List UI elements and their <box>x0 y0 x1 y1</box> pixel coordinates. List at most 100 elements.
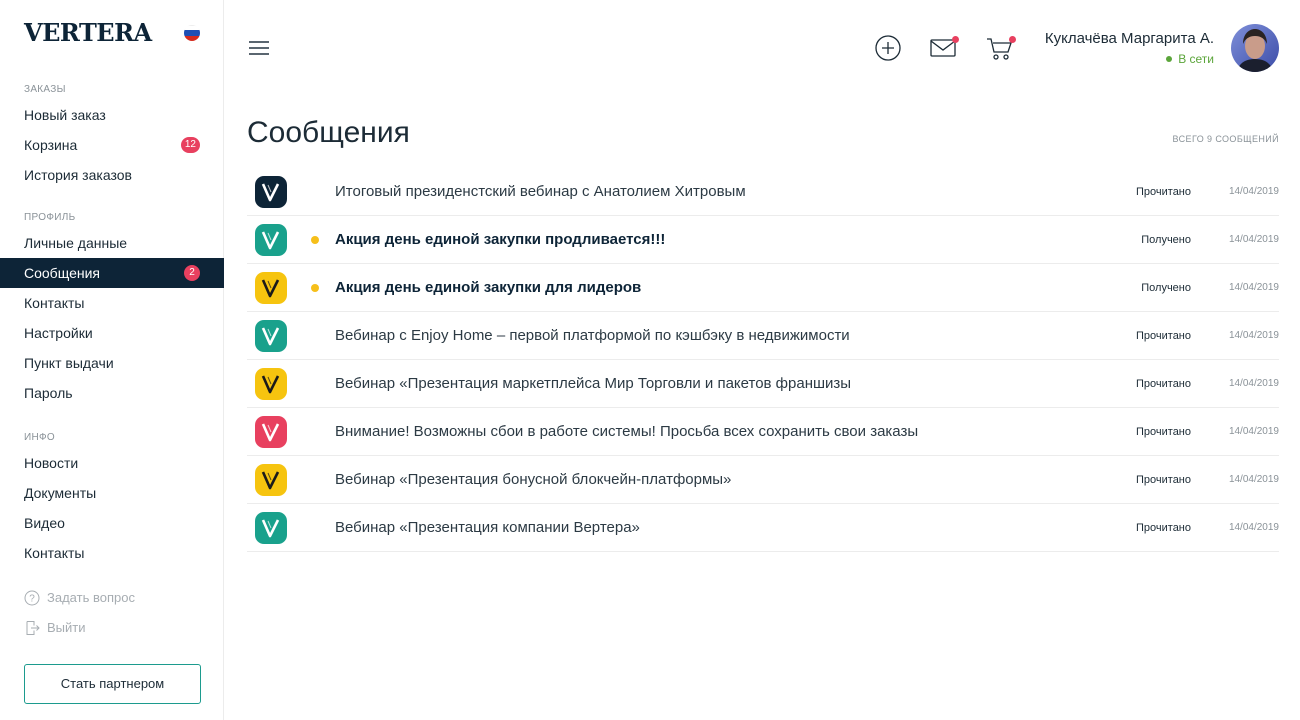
sidebar-item[interactable]: Настройки <box>0 318 224 348</box>
sidebar-item-label: Документы <box>24 485 97 501</box>
sidebar-item[interactable]: Контакты <box>0 288 224 318</box>
online-indicator <box>1166 56 1173 62</box>
message-status: Прочитано <box>1136 378 1191 390</box>
message-row[interactable]: Вебинар «Презентация компании Вертера» Пр… <box>247 504 1279 552</box>
message-row[interactable]: Акция день единой закупки продливается!!… <box>247 216 1279 264</box>
sidebar-item-label: Пароль <box>24 385 73 401</box>
sidebar-item-label: Новый заказ <box>24 107 106 123</box>
vertera-logo-icon <box>255 176 287 208</box>
sidebar-item-label: Новости <box>24 455 79 471</box>
sidebar-item-label: История заказов <box>24 167 132 183</box>
vertera-logo-icon <box>255 320 287 352</box>
message-status: Прочитано <box>1136 426 1191 438</box>
count-badge: 12 <box>180 137 200 153</box>
message-status: Получено <box>1141 234 1191 246</box>
question-circle-icon: ? <box>24 590 40 606</box>
vertera-logo[interactable]: VERTERA <box>24 19 200 47</box>
message-title[interactable]: Итоговый президенстский вебинар с Анатол… <box>335 168 746 216</box>
logo-row: VERTERA <box>24 19 200 47</box>
russian-flag-icon[interactable] <box>184 25 200 41</box>
message-date: 14/04/2019 <box>1228 234 1279 245</box>
count-badge: 2 <box>184 265 200 281</box>
sidebar-item-label: Корзина <box>24 137 78 153</box>
user-status: В сети <box>1166 52 1214 66</box>
sidebar-item[interactable]: Личные данные <box>0 228 224 258</box>
sidebar-item-label: Видео <box>24 515 65 531</box>
message-row[interactable]: Вебинар с Enjoy Home – первой платформой… <box>247 312 1279 360</box>
page-title: Сообщения <box>247 116 410 149</box>
message-date: 14/04/2019 <box>1228 330 1279 341</box>
sidebar-item[interactable]: История заказов <box>0 160 224 190</box>
unread-indicator <box>311 236 319 244</box>
message-status: Прочитано <box>1136 186 1191 198</box>
message-status: Прочитано <box>1136 330 1191 342</box>
vertera-logo-icon <box>255 368 287 400</box>
mail-notification-dot <box>952 36 959 43</box>
vertera-logo-icon <box>255 416 287 448</box>
avatar[interactable] <box>1231 24 1279 72</box>
nav-section-1: ЗАКАЗЫ Новый заказ Корзина 12 История заказо… <box>0 82 224 190</box>
message-title[interactable]: Акция день единой закупки для лидеров <box>335 264 641 312</box>
sidebar-item[interactable]: Новый заказ <box>0 100 224 130</box>
logout-link[interactable]: Выйти <box>24 618 86 638</box>
message-title[interactable]: Вебинар «Презентация маркетплейса Мир То… <box>335 360 851 408</box>
sidebar-item[interactable]: Новости <box>0 448 224 478</box>
message-title[interactable]: Вебинар «Презентация бонусной блокчейн-п… <box>335 456 731 504</box>
add-icon[interactable] <box>874 34 902 62</box>
sidebar-item[interactable]: Видео <box>0 508 224 538</box>
menu-icon[interactable] <box>249 41 269 55</box>
message-title[interactable]: Вебинар «Презентация компании Вертера» <box>335 504 640 552</box>
vertera-logo-icon <box>255 224 287 256</box>
nav-section-title: ЗАКАЗЫ <box>24 84 66 95</box>
message-date: 14/04/2019 <box>1228 282 1279 293</box>
sidebar-item[interactable]: Пароль <box>0 378 224 408</box>
sidebar: VERTERA ЗАКАЗЫ Новый заказ Корзина 12 Истори… <box>0 0 224 720</box>
nav-section-title: ПРОФИЛЬ <box>24 212 76 223</box>
message-status: Прочитано <box>1136 522 1191 534</box>
unread-indicator <box>311 284 319 292</box>
user-status-label: В сети <box>1178 52 1214 66</box>
vertera-logo-icon <box>255 464 287 496</box>
message-status: Получено <box>1141 282 1191 294</box>
message-date: 14/04/2019 <box>1228 186 1279 197</box>
message-title[interactable]: Вебинар с Enjoy Home – первой платформой… <box>335 312 850 360</box>
message-date: 14/04/2019 <box>1228 522 1279 533</box>
sidebar-item-label: Настройки <box>24 325 93 341</box>
message-date: 14/04/2019 <box>1228 474 1279 485</box>
cart-notification-dot <box>1009 36 1016 43</box>
message-row[interactable]: Итоговый президенстский вебинар с Анатол… <box>247 168 1279 216</box>
sidebar-item[interactable]: Документы <box>0 478 224 508</box>
avatar-image <box>1231 24 1279 72</box>
ask-question-label: Задать вопрос <box>47 590 135 605</box>
ask-question-link[interactable]: ? Задать вопрос <box>24 588 135 608</box>
sidebar-item[interactable]: Сообщения 2 <box>0 258 224 288</box>
message-title[interactable]: Внимание! Возможны сбои в работе системы… <box>335 408 918 456</box>
sidebar-item-label: Личные данные <box>24 235 128 251</box>
become-partner-button[interactable]: Стать партнером <box>24 664 201 704</box>
sidebar-item-label: Сообщения <box>24 265 100 281</box>
nav-section-title: ИНФО <box>24 432 55 443</box>
vertera-logo-icon <box>255 512 287 544</box>
sidebar-item-label: Пункт выдачи <box>24 355 114 371</box>
sidebar-item-label: Контакты <box>24 545 85 561</box>
message-row[interactable]: Вебинар «Презентация бонусной блокчейн-п… <box>247 456 1279 504</box>
message-date: 14/04/2019 <box>1228 426 1279 437</box>
message-row[interactable]: Акция день единой закупки для лидеров Пол… <box>247 264 1279 312</box>
svg-text:?: ? <box>29 594 35 605</box>
message-title[interactable]: Акция день единой закупки продливается!!… <box>335 216 665 264</box>
sidebar-item[interactable]: Пункт выдачи <box>0 348 224 378</box>
message-status: Прочитано <box>1136 474 1191 486</box>
message-row[interactable]: Вебинар «Презентация маркетплейса Мир То… <box>247 360 1279 408</box>
mail-button[interactable] <box>930 34 960 62</box>
user-name[interactable]: Куклачёва Маргарита А. <box>1045 30 1214 47</box>
messages-list: Итоговый президенстский вебинар с Анатол… <box>247 168 1279 552</box>
logout-icon <box>26 621 40 635</box>
nav-section-3: ИНФО Новости Документы Видео Контакты <box>0 430 224 568</box>
cart-button[interactable] <box>986 34 1016 62</box>
sidebar-item-label: Контакты <box>24 295 85 311</box>
vertera-logo-icon <box>255 272 287 304</box>
sidebar-item[interactable]: Контакты <box>0 538 224 568</box>
message-date: 14/04/2019 <box>1228 378 1279 389</box>
message-row[interactable]: Внимание! Возможны сбои в работе системы… <box>247 408 1279 456</box>
sidebar-item[interactable]: Корзина 12 <box>0 130 224 160</box>
